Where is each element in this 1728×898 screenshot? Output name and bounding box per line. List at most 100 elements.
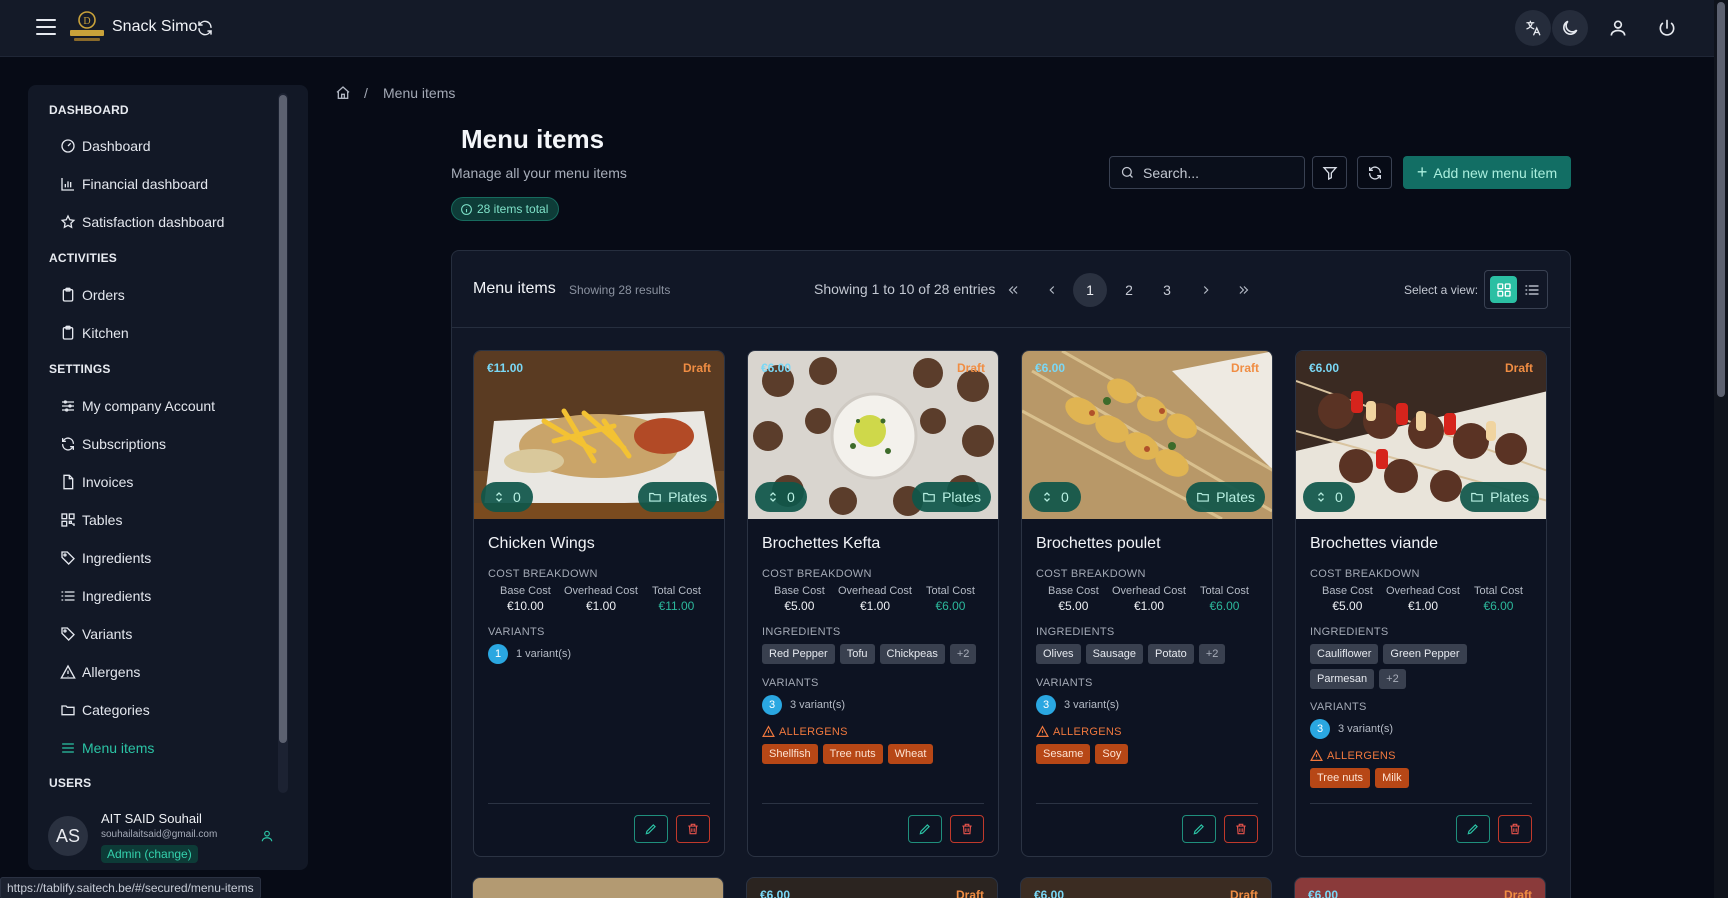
total-cost: Total Cost €6.00: [1474, 585, 1523, 613]
breadcrumb-current: Menu items: [383, 85, 456, 101]
status-badge: Draft: [682, 361, 711, 375]
ingredient-more-chip[interactable]: +2: [1379, 669, 1406, 689]
user-name: AIT SAID Souhail: [101, 811, 202, 826]
category-pill[interactable]: Plates: [1186, 482, 1265, 512]
delete-button[interactable]: [1224, 815, 1258, 843]
last-page-icon[interactable]: [1227, 273, 1261, 307]
base-cost-value: €10.00: [507, 599, 544, 613]
menu-item-card-peek[interactable]: €6.00 Draft: [746, 877, 998, 898]
prev-page-icon[interactable]: [1035, 273, 1069, 307]
page-button-1[interactable]: 1: [1073, 273, 1107, 307]
cost-breakdown-label: COST BREAKDOWN: [762, 568, 872, 580]
first-page-icon[interactable]: [996, 273, 1030, 307]
category-pill[interactable]: Plates: [912, 482, 991, 512]
status-badge: Draft: [1229, 888, 1258, 898]
card-divider: [488, 803, 710, 804]
search-input[interactable]: [1143, 164, 1293, 181]
user-icon[interactable]: [260, 829, 274, 843]
sort-arrows-icon: [770, 492, 776, 502]
sidebar-item-financial-dashboard[interactable]: Financial dashboard: [60, 172, 208, 196]
quantity-pill[interactable]: 0: [1303, 482, 1355, 512]
sidebar-item-categories[interactable]: Categories: [60, 698, 150, 722]
sidebar-item-invoices[interactable]: Invoices: [60, 470, 133, 494]
star-icon: [60, 214, 76, 229]
base-cost: Base Cost €5.00: [774, 585, 825, 613]
filter-button[interactable]: [1312, 156, 1347, 189]
folder-icon: [1471, 492, 1483, 502]
sidebar-item-tables[interactable]: Tables: [60, 508, 122, 532]
delete-button[interactable]: [1498, 815, 1532, 843]
menu-item-card[interactable]: €11.00 Draft 0 Plates Chicken Wings COST…: [473, 350, 725, 857]
main-scrollbar[interactable]: [1714, 0, 1728, 898]
sidebar-item-allergens[interactable]: Allergens: [60, 660, 140, 684]
menu-item-image: €6.00 Draft 0 Plates: [1296, 351, 1546, 519]
page-button-2[interactable]: 2: [1112, 273, 1146, 307]
sidebar-item-kitchen[interactable]: Kitchen: [60, 321, 129, 345]
dark-mode-moon-icon[interactable]: [1552, 10, 1588, 46]
menu-item-card-peek[interactable]: [472, 877, 724, 898]
category-pill[interactable]: Plates: [638, 482, 717, 512]
status-bar-url: https://tablify.saitech.be/#/secured/men…: [0, 877, 261, 898]
edit-button[interactable]: [908, 815, 942, 843]
refresh-icon[interactable]: [196, 19, 214, 37]
allergen-chip: Tree nuts: [822, 744, 883, 764]
edit-button[interactable]: [1456, 815, 1490, 843]
status-badge: Draft: [1504, 361, 1533, 375]
allergens-label: ALLERGENS: [1310, 749, 1396, 762]
status-badge: Draft: [1230, 361, 1259, 375]
total-cost: Total Cost €11.00: [652, 585, 701, 613]
grid-view-icon[interactable]: [1490, 276, 1517, 303]
variant-count-dot: 3: [1036, 695, 1056, 715]
sidebar-item-satisfaction-dashboard[interactable]: Satisfaction dashboard: [60, 210, 224, 234]
allergen-chip: Wheat: [887, 744, 934, 764]
variant-count-dot: 3: [1310, 719, 1330, 739]
ingredient-chip: Red Pepper: [762, 644, 835, 664]
ingredient-chips: Olives Sausage Potato +2: [1036, 644, 1261, 664]
add-menu-item-button[interactable]: + Add new menu item: [1403, 156, 1571, 189]
hamburger-menu-icon[interactable]: [36, 19, 56, 37]
base-cost-label: Base Cost: [500, 585, 551, 597]
menu-item-card[interactable]: €6.00 Draft 0 Plates Brochettes poulet C…: [1021, 350, 1273, 857]
sidebar-item-menu-items[interactable]: Menu items: [60, 736, 154, 760]
quantity-pill[interactable]: 0: [481, 482, 533, 512]
cost-breakdown-label: COST BREAKDOWN: [1310, 568, 1420, 580]
quantity-pill[interactable]: 0: [1029, 482, 1081, 512]
menu-item-card-peek[interactable]: €6.00 Draft: [1294, 877, 1546, 898]
power-logout-icon[interactable]: [1649, 10, 1685, 46]
sidebar-item-variants[interactable]: Variants: [60, 622, 132, 646]
page-button-3[interactable]: 3: [1150, 273, 1184, 307]
delete-button[interactable]: [676, 815, 710, 843]
sidebar-item-ingredients-list[interactable]: Ingredients: [60, 584, 151, 608]
total-cost-label: Total Cost: [652, 585, 701, 597]
overhead-cost: Overhead Cost €1.00: [838, 585, 912, 613]
ingredient-more-chip[interactable]: +2: [1198, 644, 1226, 664]
view-selector-label: Select a view:: [1404, 283, 1479, 297]
next-page-icon[interactable]: [1189, 273, 1223, 307]
sidebar-scrollbar[interactable]: [278, 93, 288, 793]
home-icon[interactable]: [335, 85, 351, 101]
variants-label: VARIANTS: [1036, 677, 1093, 689]
cost-breakdown-label: COST BREAKDOWN: [488, 568, 598, 580]
category-pill[interactable]: Plates: [1460, 482, 1539, 512]
user-profile-icon[interactable]: [1600, 10, 1636, 46]
sidebar-item-orders[interactable]: Orders: [60, 283, 125, 307]
edit-button[interactable]: [634, 815, 668, 843]
menu-item-card-peek[interactable]: €6.00 Draft: [1020, 877, 1272, 898]
variants-label: VARIANTS: [762, 677, 819, 689]
sidebar-item-dashboard[interactable]: Dashboard: [60, 134, 151, 158]
sidebar-item-ingredients[interactable]: Ingredients: [60, 546, 151, 570]
menu-item-card[interactable]: €6.00 Draft 0 Plates Brochettes viande C…: [1295, 350, 1547, 857]
menu-items-panel: Menu items Showing 28 results Showing 1 …: [451, 250, 1571, 898]
quantity-pill[interactable]: 0: [755, 482, 807, 512]
sidebar-item-label: Ingredients: [82, 588, 152, 604]
ingredient-more-chip[interactable]: +2: [949, 644, 977, 664]
sidebar-item-subscriptions[interactable]: Subscriptions: [60, 432, 166, 456]
sidebar-item-my-company-account[interactable]: My company Account: [60, 394, 215, 418]
delete-button[interactable]: [950, 815, 984, 843]
list-view-icon[interactable]: [1518, 276, 1545, 303]
edit-button[interactable]: [1182, 815, 1216, 843]
translate-icon[interactable]: [1515, 10, 1551, 46]
refresh-button[interactable]: [1357, 156, 1392, 189]
role-change-badge[interactable]: Admin (change): [101, 845, 198, 863]
menu-item-card[interactable]: €6.00 Draft 0 Plates Brochettes Kefta CO…: [747, 350, 999, 857]
